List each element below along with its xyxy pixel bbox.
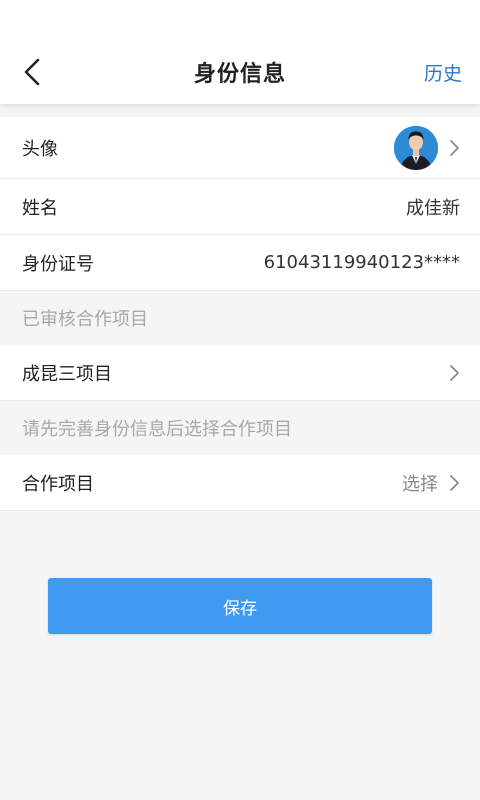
avatar xyxy=(394,125,438,170)
id-number-value: 61043119940123**** xyxy=(263,252,460,273)
id-number-row: 身份证号 61043119940123**** xyxy=(0,235,480,291)
top-nav-bar: 身份信息 历史 xyxy=(0,0,480,104)
approved-projects-header: 已审核合作项目 xyxy=(0,291,480,345)
cooperation-project-row[interactable]: 合作项目 选择 xyxy=(0,455,480,511)
cooperation-project-label: 合作项目 xyxy=(22,473,94,495)
name-value: 成佳新 xyxy=(406,197,460,219)
approved-project-row[interactable]: 成昆三项目 xyxy=(0,345,480,401)
history-link[interactable]: 历史 xyxy=(424,59,462,86)
approved-project-label: 成昆三项目 xyxy=(22,363,112,385)
name-label: 姓名 xyxy=(22,197,58,219)
name-row: 姓名 成佳新 xyxy=(0,179,480,235)
id-number-label: 身份证号 xyxy=(22,253,94,275)
avatar-label: 头像 xyxy=(22,138,58,160)
chevron-right-icon xyxy=(448,364,460,382)
cooperation-select-value: 选择 xyxy=(402,473,438,495)
avatar-row[interactable]: 头像 xyxy=(0,117,480,179)
cooperation-hint: 请先完善身份信息后选择合作项目 xyxy=(0,401,480,455)
chevron-right-icon xyxy=(448,139,460,157)
save-button[interactable]: 保存 xyxy=(48,578,432,634)
form-content: 头像 姓名 成佳新 身份证号 61043119940123**** 已审核合作项… xyxy=(0,117,480,511)
chevron-right-icon xyxy=(448,474,460,492)
page-title: 身份信息 xyxy=(193,62,286,87)
